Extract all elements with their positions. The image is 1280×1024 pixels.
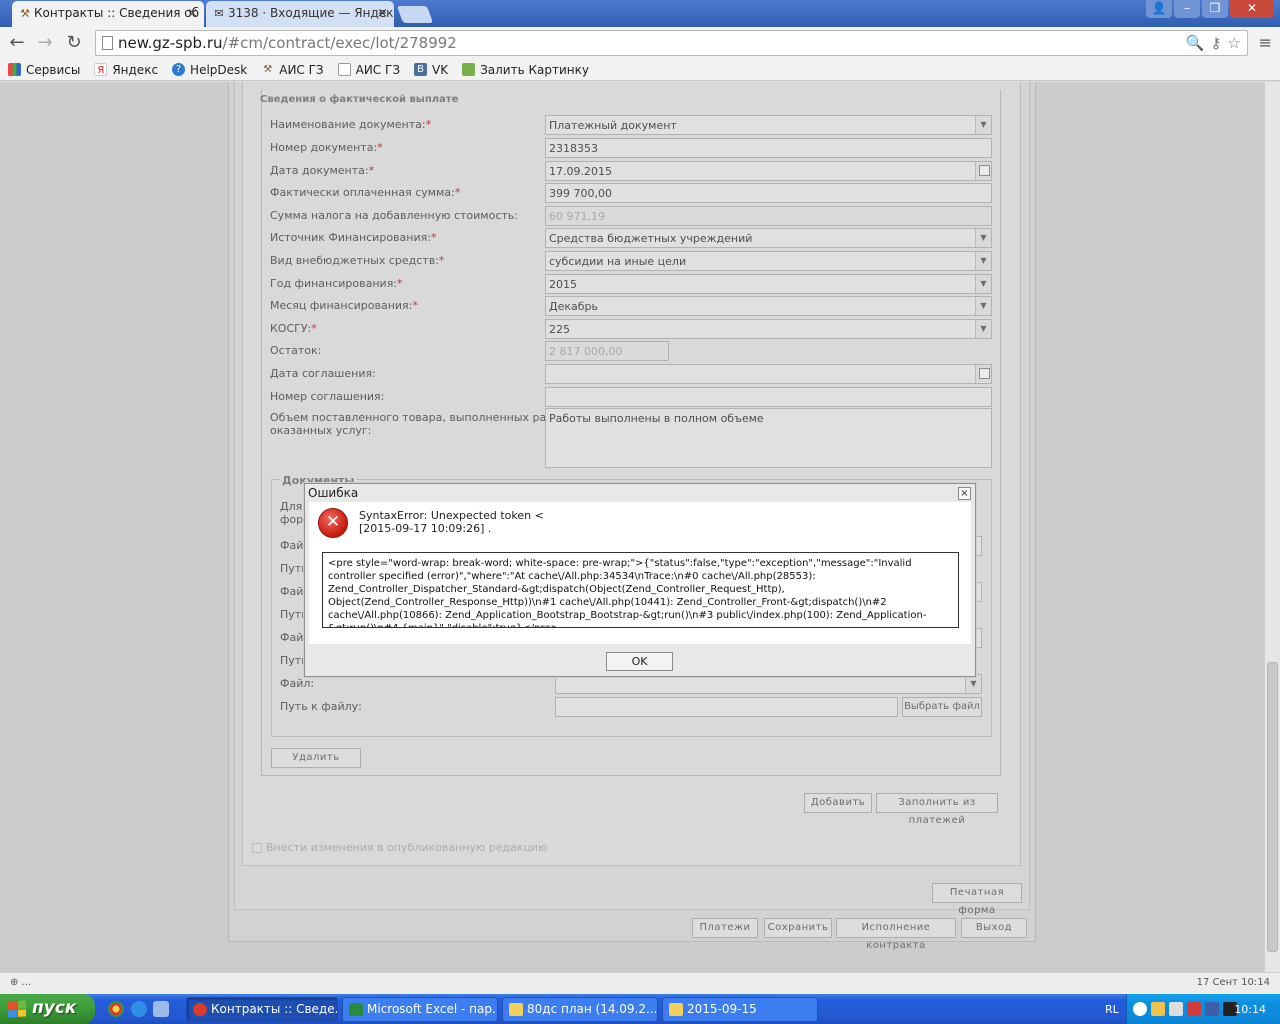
chrome-icon xyxy=(193,1003,207,1016)
tray-network-icon[interactable] xyxy=(1205,1002,1219,1016)
page-icon xyxy=(337,63,351,76)
task-excel[interactable]: Microsoft Excel - пар... xyxy=(342,997,498,1022)
desktop-icon[interactable] xyxy=(153,1001,169,1017)
bookmark-upload-image[interactable]: Залить Картинку xyxy=(462,63,589,77)
scrollbar-thumb[interactable] xyxy=(1267,662,1278,952)
language-indicator[interactable]: RL xyxy=(1105,1003,1119,1016)
apps-grid-icon xyxy=(8,63,21,76)
ok-button[interactable]: OK xyxy=(606,652,673,671)
bookmark-vk[interactable]: B VK xyxy=(414,63,448,77)
error-icon: ✕ xyxy=(318,508,348,538)
address-bar[interactable]: new.gz-spb.ru/#cm/contract/exec/lot/2789… xyxy=(95,30,1248,56)
close-icon[interactable]: × xyxy=(958,487,971,500)
hammer-icon: ⚒ xyxy=(263,64,273,75)
maximize-button[interactable]: ❐ xyxy=(1202,0,1228,18)
bookmark-ais-gz-1[interactable]: ⚒ АИС ГЗ xyxy=(261,63,323,77)
close-tab-icon[interactable]: × xyxy=(377,1,388,26)
menu-icon[interactable]: ≡ xyxy=(1259,33,1272,52)
dialog-body: ✕ SyntaxError: Unexpected token < [2015-… xyxy=(309,502,971,644)
ie-icon[interactable] xyxy=(131,1001,147,1017)
task-folder-date[interactable]: 2015-09-15 xyxy=(662,997,818,1022)
window-controls: 👤 – ❐ ✕ xyxy=(1146,0,1274,18)
image-icon xyxy=(462,63,476,76)
error-details: <pre style="word-wrap: break-word; white… xyxy=(322,552,959,628)
forward-icon[interactable]: → xyxy=(34,32,56,54)
error-dialog: Ошибка × ✕ SyntaxError: Unexpected token… xyxy=(304,483,976,677)
task-contracts[interactable]: Контракты :: Сведе... xyxy=(186,997,338,1022)
vk-icon: B xyxy=(414,63,428,76)
page-scrollbar[interactable] xyxy=(1264,82,1280,972)
zoom-icon[interactable]: 🔍 xyxy=(1186,34,1205,52)
folder-icon xyxy=(669,1003,683,1016)
excel-icon xyxy=(349,1003,363,1016)
tray-arrow-icon[interactable] xyxy=(1133,1002,1147,1016)
mail-icon: ✉ xyxy=(214,7,224,20)
tab-title: Контракты :: Сведения об xyxy=(34,6,200,20)
tab-contracts[interactable]: ⚒ Контракты :: Сведения об × xyxy=(12,1,204,27)
bookmark-ais-gz-2[interactable]: АИС ГЗ xyxy=(337,63,400,77)
key-icon[interactable]: ⚷ xyxy=(1211,34,1222,52)
minimize-button[interactable]: – xyxy=(1174,0,1200,18)
error-headline: SyntaxError: Unexpected token < [2015-09… xyxy=(359,509,544,535)
system-tray: RL 10:14 xyxy=(1105,994,1280,1024)
hammer-icon: ⚒ xyxy=(20,7,30,20)
tab-title: 3138 · Входящие — Яндекс xyxy=(228,6,394,20)
status-bar: ⊕ ... 17 Сент 10:14 xyxy=(0,972,1280,994)
url-text: new.gz-spb.ru/#cm/contract/exec/lot/2789… xyxy=(118,34,457,52)
tab-strip: ⚒ Контракты :: Сведения об × ✉ 3138 · Вх… xyxy=(0,0,1280,27)
page-icon xyxy=(102,36,113,50)
yandex-icon: Я xyxy=(94,63,108,76)
close-tab-icon[interactable]: × xyxy=(187,1,198,26)
windows-logo-icon xyxy=(8,1000,26,1018)
start-button[interactable]: пуск xyxy=(0,994,95,1024)
back-icon[interactable]: ← xyxy=(6,32,28,54)
bookmarks-bar: Сервисы Я Яндекс ? HelpDesk ⚒ АИС ГЗ АИС ГЗ… xyxy=(0,59,1280,81)
status-date: 17 Сент 10:14 xyxy=(1196,977,1270,988)
bookmark-helpdesk[interactable]: ? HelpDesk xyxy=(172,63,247,77)
star-icon[interactable]: ☆ xyxy=(1228,34,1241,52)
tray-printer-icon[interactable] xyxy=(1169,1002,1183,1016)
new-tab-button[interactable] xyxy=(396,6,434,23)
clock: 10:14 xyxy=(1234,1003,1266,1016)
bookmark-services[interactable]: Сервисы xyxy=(8,63,80,77)
taskbar: пуск Контракты :: Сведе... Microsoft Exc… xyxy=(0,994,1280,1024)
tray-shield-icon[interactable] xyxy=(1187,1002,1201,1016)
browser-toolbar: ← → ↻ new.gz-spb.ru/#cm/contract/exec/lo… xyxy=(0,27,1280,59)
close-window-button[interactable]: ✕ xyxy=(1230,0,1274,18)
reload-icon[interactable]: ↻ xyxy=(63,32,85,54)
chrome-icon[interactable] xyxy=(108,1001,124,1017)
folder-icon xyxy=(509,1003,523,1016)
help-icon: ? xyxy=(172,63,186,76)
tab-mail[interactable]: ✉ 3138 · Входящие — Яндекс × xyxy=(206,1,394,27)
dialog-title: Ошибка xyxy=(308,486,359,500)
bookmark-yandex[interactable]: Я Яндекс xyxy=(94,63,158,77)
tray-users-icon[interactable] xyxy=(1151,1002,1165,1016)
task-folder-plan[interactable]: 80дс план (14.09.2... xyxy=(502,997,658,1022)
user-icon[interactable]: 👤 xyxy=(1146,0,1172,18)
status-left: ⊕ ... xyxy=(10,977,32,988)
